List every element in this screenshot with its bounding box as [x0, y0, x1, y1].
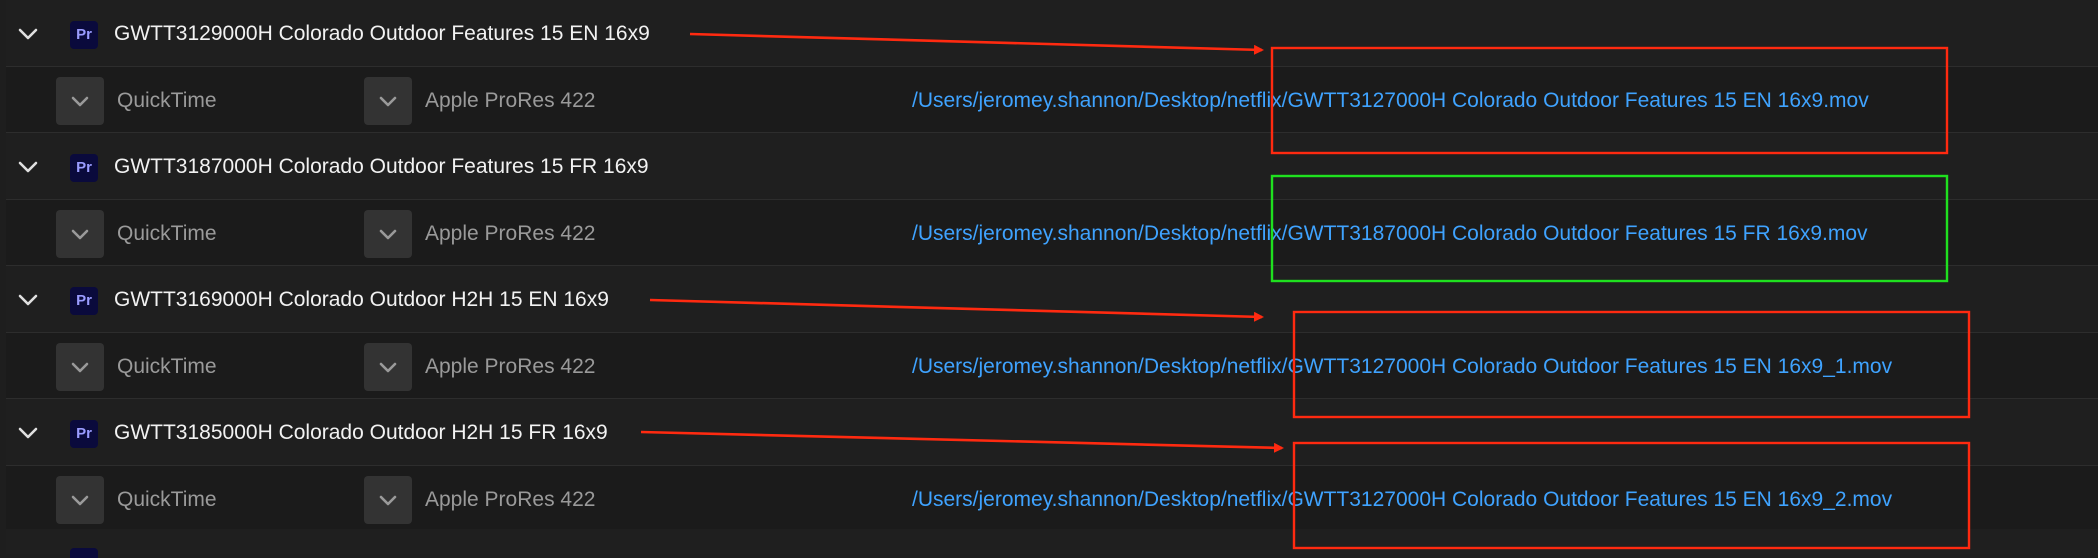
output-file-link[interactable]: /Users/jeromey.shannon/Desktop/netflix/G… [912, 488, 1892, 512]
output-file-link[interactable]: /Users/jeromey.shannon/Desktop/netflix/G… [912, 89, 1869, 113]
chevron-down-icon[interactable] [16, 155, 40, 179]
format-dropdown-button[interactable] [56, 77, 104, 125]
premiere-pro-icon: Pr [70, 21, 98, 49]
premiere-pro-icon [70, 548, 98, 558]
queue-item-row-partial [6, 529, 2098, 558]
queue-item-title: GWTT3169000H Colorado Outdoor H2H 15 EN … [114, 288, 609, 311]
premiere-pro-icon: Pr [70, 154, 98, 182]
render-queue: Pr GWTT3129000H Colorado Outdoor Feature… [0, 0, 2098, 558]
output-file-link[interactable]: /Users/jeromey.shannon/Desktop/netflix/G… [912, 222, 1868, 246]
output-file-link[interactable]: /Users/jeromey.shannon/Desktop/netflix/G… [912, 355, 1892, 379]
format-label[interactable]: QuickTime [117, 222, 217, 246]
chevron-down-icon [379, 96, 397, 107]
queue-item-title: GWTT3129000H Colorado Outdoor Features 1… [114, 22, 650, 45]
chevron-down-icon [379, 495, 397, 506]
chevron-down-icon[interactable] [16, 288, 40, 312]
queue-item-row[interactable]: Pr GWTT3185000H Colorado Outdoor H2H 15 … [6, 399, 2098, 466]
queue-item-row[interactable]: Pr GWTT3129000H Colorado Outdoor Feature… [6, 0, 2098, 67]
output-row: QuickTime Apple ProRes 422 /Users/jerome… [6, 333, 2098, 399]
preset-label[interactable]: Apple ProRes 422 [425, 488, 595, 512]
premiere-pro-icon: Pr [70, 287, 98, 315]
preset-dropdown-button[interactable] [364, 476, 412, 524]
chevron-down-icon [71, 362, 89, 373]
premiere-pro-icon: Pr [70, 420, 98, 448]
queue-item-title: GWTT3187000H Colorado Outdoor Features 1… [114, 155, 649, 178]
queue-item-row[interactable]: Pr GWTT3169000H Colorado Outdoor H2H 15 … [6, 266, 2098, 333]
output-row: QuickTime Apple ProRes 422 /Users/jerome… [6, 466, 2098, 532]
chevron-down-icon [379, 229, 397, 240]
preset-label[interactable]: Apple ProRes 422 [425, 89, 595, 113]
preset-dropdown-button[interactable] [364, 77, 412, 125]
queue-item-title: GWTT3185000H Colorado Outdoor H2H 15 FR … [114, 421, 608, 444]
format-label[interactable]: QuickTime [117, 89, 217, 113]
chevron-down-icon [71, 495, 89, 506]
output-row: QuickTime Apple ProRes 422 /Users/jerome… [6, 200, 2098, 266]
preset-label[interactable]: Apple ProRes 422 [425, 222, 595, 246]
chevron-down-icon [379, 362, 397, 373]
chevron-down-icon[interactable] [16, 421, 40, 445]
output-row: QuickTime Apple ProRes 422 /Users/jerome… [6, 67, 2098, 133]
format-dropdown-button[interactable] [56, 210, 104, 258]
format-label[interactable]: QuickTime [117, 355, 217, 379]
format-dropdown-button[interactable] [56, 476, 104, 524]
preset-dropdown-button[interactable] [364, 210, 412, 258]
preset-dropdown-button[interactable] [364, 343, 412, 391]
format-label[interactable]: QuickTime [117, 488, 217, 512]
queue-item-row[interactable]: Pr GWTT3187000H Colorado Outdoor Feature… [6, 133, 2098, 200]
chevron-down-icon [71, 229, 89, 240]
chevron-down-icon[interactable] [16, 22, 40, 46]
format-dropdown-button[interactable] [56, 343, 104, 391]
preset-label[interactable]: Apple ProRes 422 [425, 355, 595, 379]
chevron-down-icon [71, 96, 89, 107]
